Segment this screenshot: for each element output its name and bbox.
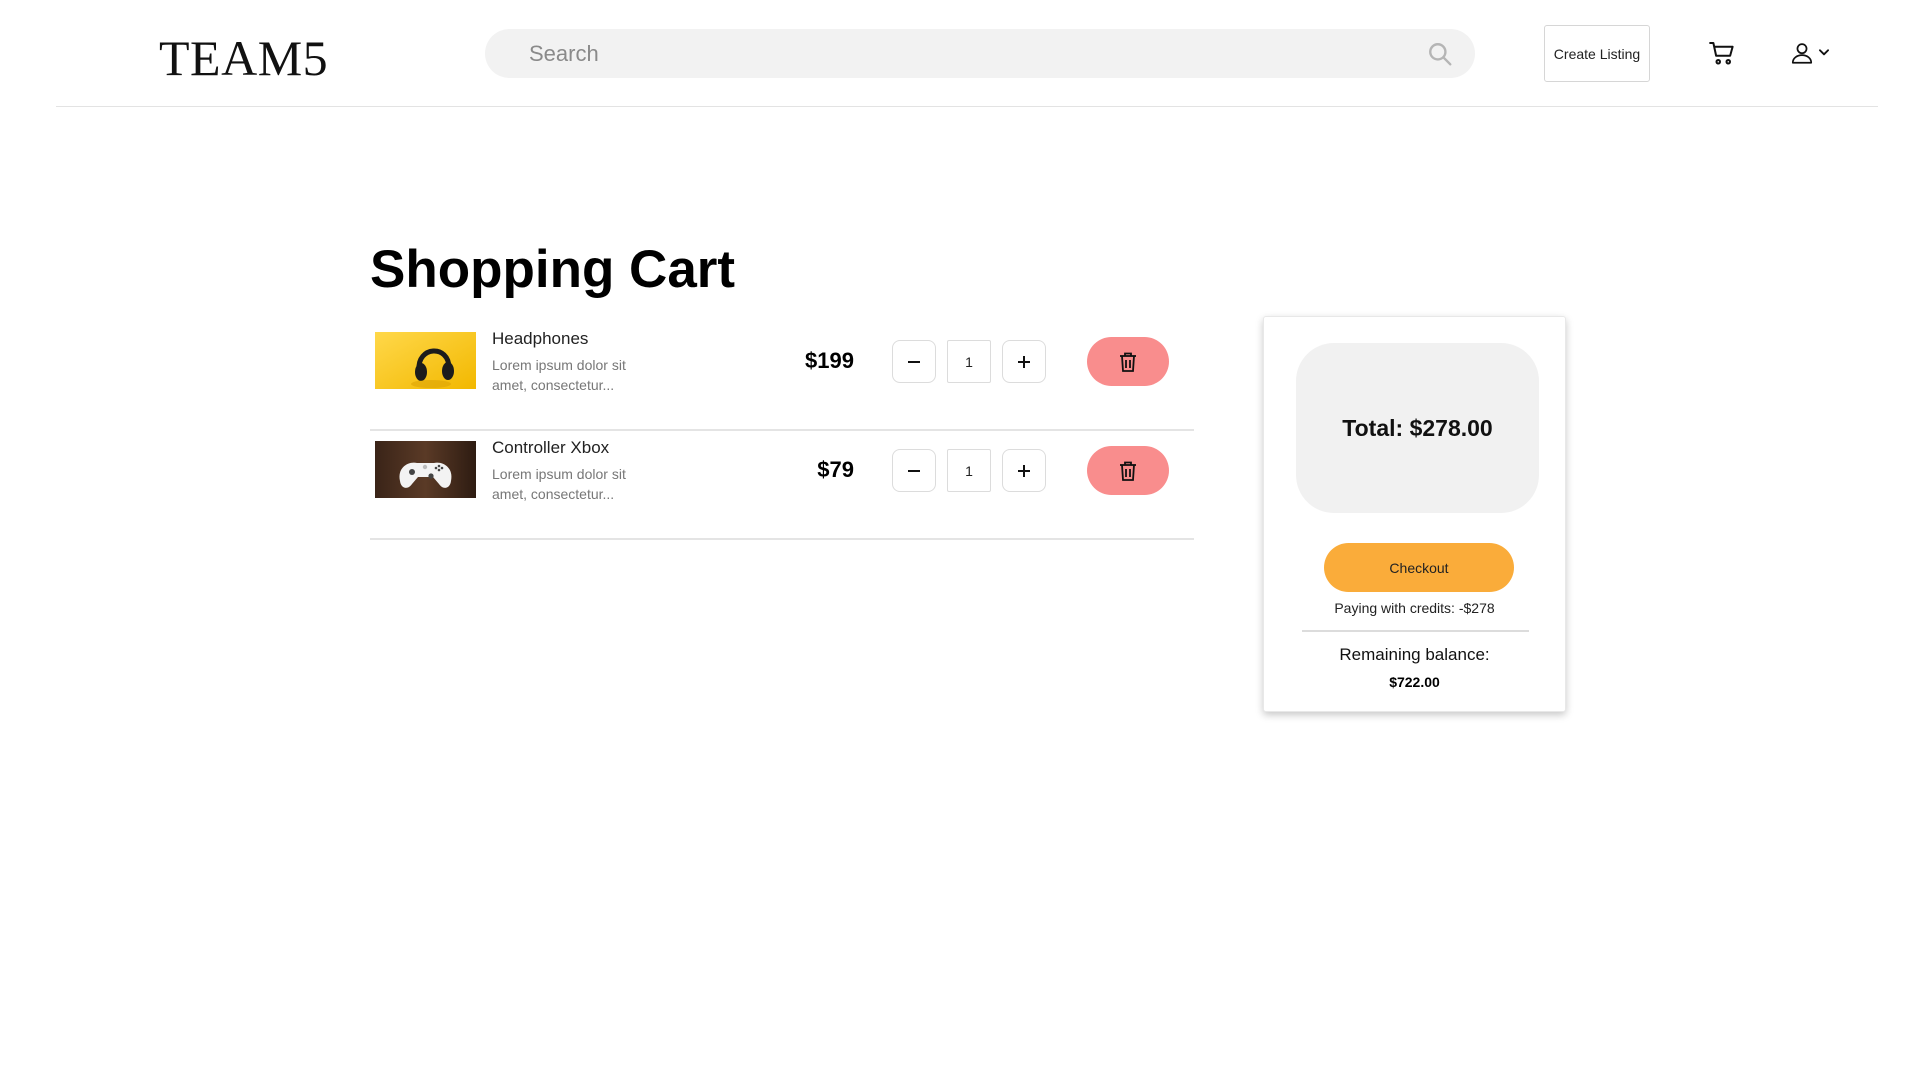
checkout-button[interactable]: Checkout <box>1324 543 1514 592</box>
search-input[interactable] <box>485 29 1475 78</box>
order-summary-card: Total: $278.00 Checkout Paying with cred… <box>1263 316 1566 712</box>
page-title: Shopping Cart <box>370 240 736 299</box>
item-price: $199 <box>805 348 854 373</box>
create-listing-button[interactable]: Create Listing <box>1544 25 1650 82</box>
quantity-field[interactable] <box>947 449 991 492</box>
top-header: TEAM5 Create Listing <box>56 0 1878 107</box>
page: TEAM5 Create Listing <box>0 0 1920 1078</box>
user-icon <box>1791 43 1813 64</box>
minus-icon <box>908 469 920 472</box>
remove-item-button[interactable] <box>1087 446 1169 495</box>
search-bar[interactable] <box>485 29 1475 78</box>
credits-payment-text: Paying with credits: -$278 <box>1334 600 1495 616</box>
increase-quantity-button[interactable] <box>1002 340 1046 383</box>
increase-quantity-button[interactable] <box>1002 449 1046 492</box>
decrease-quantity-button[interactable] <box>892 340 936 383</box>
item-description: Lorem ipsum dolor sit amet, consectetur.… <box>492 466 626 502</box>
minus-icon <box>908 360 920 363</box>
trash-icon <box>1120 352 1136 372</box>
item-name[interactable]: Headphones <box>492 329 588 349</box>
item-description: Lorem ipsum dolor sit amet, consectetur.… <box>492 357 626 393</box>
total-box: Total: $278.00 <box>1296 343 1539 513</box>
remaining-balance-value: $722.00 <box>1389 674 1440 690</box>
item-name[interactable]: Controller Xbox <box>492 438 609 458</box>
quantity-field[interactable] <box>947 340 991 383</box>
item-price: $79 <box>817 457 854 482</box>
decrease-quantity-button[interactable] <box>892 449 936 492</box>
headphones-image[interactable] <box>375 332 476 389</box>
remaining-balance-label: Remaining balance: <box>1339 645 1490 664</box>
cart-item: Controller Xbox Lorem ipsum dolor sit am… <box>370 431 1194 540</box>
chevron-down-icon <box>1818 49 1830 56</box>
logo[interactable]: TEAM5 <box>159 26 328 90</box>
xbox-controller-image[interactable] <box>375 441 476 498</box>
plus-icon <box>1018 355 1030 368</box>
trash-icon <box>1120 461 1136 481</box>
user-menu-button[interactable] <box>1789 40 1833 68</box>
cart-button[interactable] <box>1707 38 1737 68</box>
cart-list: Headphones Lorem ipsum dolor sit amet, c… <box>370 322 1194 540</box>
total-amount: Total: $278.00 <box>1342 414 1493 441</box>
cart-item: Headphones Lorem ipsum dolor sit amet, c… <box>370 322 1194 431</box>
divider <box>1302 630 1529 632</box>
cart-icon <box>1709 42 1734 65</box>
plus-icon <box>1018 464 1030 477</box>
remove-item-button[interactable] <box>1087 337 1169 386</box>
search-icon[interactable] <box>1427 41 1453 67</box>
